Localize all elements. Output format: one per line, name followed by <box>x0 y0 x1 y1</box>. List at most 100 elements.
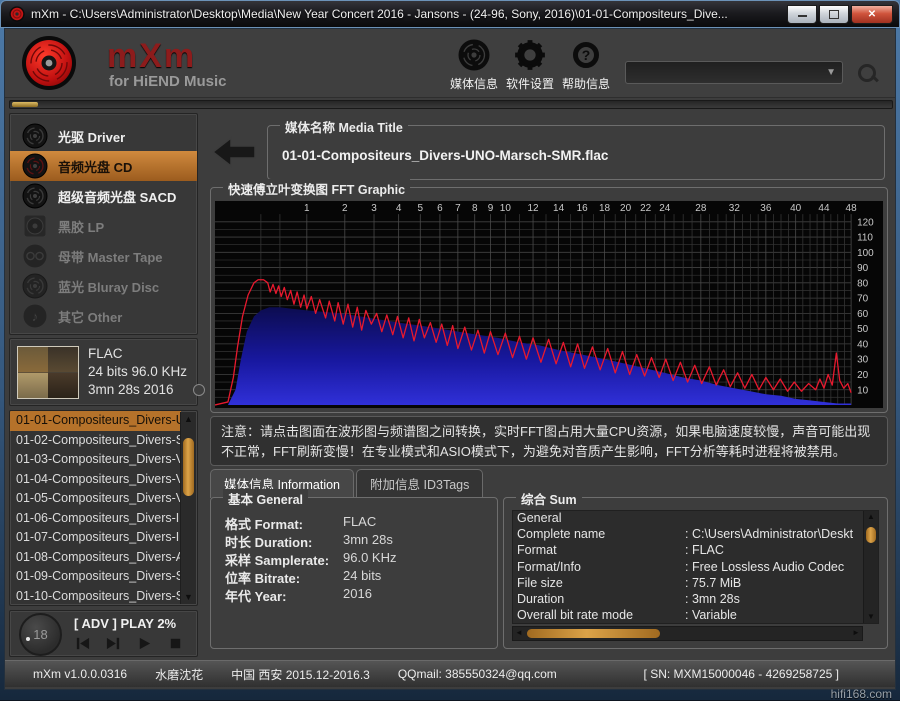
stop-button[interactable] <box>167 635 184 652</box>
previous-track-button[interactable] <box>74 635 91 652</box>
back-arrow-icon[interactable] <box>211 133 259 171</box>
fft-plot[interactable]: 1234567891012141618202224283236404448120… <box>214 200 884 409</box>
svg-text:40: 40 <box>790 203 801 214</box>
status-item: 水磨沈花 <box>155 666 203 683</box>
mediainfo-row: General <box>513 511 863 527</box>
general-info-row: 位率 Bitrate:24 bits <box>225 568 489 586</box>
help-tool[interactable]: ? 帮助信息 <box>555 37 617 92</box>
sidebar-item[interactable]: ♪其它 Other <box>10 301 197 331</box>
scroll-up-icon[interactable]: ▲ <box>864 511 878 523</box>
general-legend: 基本 General <box>223 489 308 508</box>
media-info-tool[interactable]: 媒体信息 <box>443 37 505 92</box>
mediainfo-row: Format: FLAC <box>513 543 863 559</box>
track-row[interactable]: 01-08-Compositeurs_Divers-A <box>10 548 181 568</box>
playback-panel: 18 [ ADV ] PLAY 2% <box>9 610 198 657</box>
mediainfo-row: Format/Info: Free Lossless Audio Codec <box>513 560 863 576</box>
search-icon[interactable] <box>857 63 879 85</box>
info-label: 年代 Year: <box>225 586 343 604</box>
mediainfo-key: General <box>517 511 685 527</box>
media-title-value: 01-01-Compositeurs_Divers-UNO-Marsch-SMR… <box>282 148 608 163</box>
sum-hscroll-thumb[interactable] <box>527 629 660 638</box>
close-button[interactable]: ✕ <box>851 5 893 24</box>
play-button[interactable] <box>136 635 153 652</box>
seek-bar[interactable] <box>9 100 893 109</box>
svg-text:24: 24 <box>659 203 670 214</box>
svg-text:6: 6 <box>437 203 443 214</box>
knob-value: 18 <box>33 627 47 642</box>
mediainfo-row: Overall bit rate mode: Variable <box>513 608 863 624</box>
track-row[interactable]: 01-09-Compositeurs_Divers-S <box>10 567 181 587</box>
sidebar-item[interactable]: 母带 Master Tape <box>10 241 197 271</box>
svg-text:70: 70 <box>857 294 868 305</box>
maximize-button[interactable] <box>819 5 849 24</box>
source-sidebar: 光驱 Driver音频光盘 CD超级音频光盘 SACD黑胶 LP母带 Maste… <box>9 113 198 335</box>
panel-splitter-handle[interactable] <box>193 384 205 396</box>
scroll-down-icon[interactable]: ▼ <box>181 590 196 604</box>
svg-text:10: 10 <box>500 203 511 214</box>
track-row[interactable]: 01-02-Compositeurs_Divers-S <box>10 431 181 451</box>
track-row[interactable]: 01-06-Compositeurs_Divers-I <box>10 509 181 529</box>
cd-disc-icon <box>22 153 48 179</box>
track-scrollbar[interactable]: ▲ ▼ <box>180 412 196 604</box>
svg-text:44: 44 <box>818 203 829 214</box>
fft-notice-text: 注意：请点击图面在波形图与频谱图之间转换，实时FFT图占用大量CPU资源，如果电… <box>210 416 888 466</box>
next-track-button[interactable] <box>105 635 122 652</box>
settings-tool[interactable]: 软件设置 <box>499 37 561 92</box>
svg-text:4: 4 <box>396 203 402 214</box>
sidebar-item[interactable]: 音频光盘 CD <box>10 151 197 181</box>
mediainfo-sum-list[interactable]: GeneralComplete name: C:\Users\Administr… <box>512 510 879 624</box>
mediainfo-value: : Variable <box>685 608 737 624</box>
sidebar-item-label: 蓝光 Bluray Disc <box>58 277 159 296</box>
svg-text:20: 20 <box>620 203 631 214</box>
sidebar-item[interactable]: 超级音频光盘 SACD <box>10 181 197 211</box>
mediainfo-key: Complete name <box>517 527 685 543</box>
app-disc-icon <box>9 6 25 22</box>
sidebar-item[interactable]: 蓝光 Bluray Disc <box>10 271 197 301</box>
minimize-button[interactable] <box>787 5 817 24</box>
sum-vertical-scrollbar[interactable]: ▲ ▼ <box>863 511 878 623</box>
track-row[interactable]: 01-01-Compositeurs_Divers-U <box>10 411 181 431</box>
sidebar-item[interactable]: 黑胶 LP <box>10 211 197 241</box>
title-bar[interactable]: mXm - C:\Users\Administrator\Desktop\Med… <box>0 0 900 28</box>
tab-id3tags[interactable]: 附加信息 ID3Tags <box>356 469 483 498</box>
scroll-left-icon[interactable]: ◄ <box>513 627 525 640</box>
scroll-up-icon[interactable]: ▲ <box>181 412 196 426</box>
scroll-down-icon[interactable]: ▼ <box>864 611 878 623</box>
serial-number: [ SN: MXM15000046 - 4269258725 ] <box>644 667 839 681</box>
track-row[interactable]: 01-07-Compositeurs_Divers-I <box>10 528 181 548</box>
settings-label: 软件设置 <box>499 75 561 92</box>
track-row[interactable]: 01-04-Compositeurs_Divers-V <box>10 470 181 490</box>
svg-text:36: 36 <box>760 203 771 214</box>
drive-disc-icon <box>22 123 48 149</box>
sum-horizontal-scrollbar[interactable]: ◄ ► <box>512 626 863 641</box>
volume-knob[interactable]: 18 <box>19 613 62 656</box>
sum-vscroll-thumb[interactable] <box>866 527 876 543</box>
track-scroll-thumb[interactable] <box>183 438 194 496</box>
search-dropdown[interactable]: ▼ <box>625 61 843 84</box>
scroll-right-icon[interactable]: ► <box>850 627 862 640</box>
media-info-label: 媒体信息 <box>443 75 505 92</box>
mediainfo-key: Format/Info <box>517 560 685 576</box>
master-tape-icon <box>22 243 48 269</box>
info-label: 采样 Samplerate: <box>225 550 343 568</box>
track-row[interactable]: 01-10-Compositeurs_Divers-S <box>10 587 181 607</box>
sum-legend: 综合 Sum <box>516 489 582 508</box>
album-format: FLAC <box>88 345 187 363</box>
track-list: 01-01-Compositeurs_Divers-U01-02-Composi… <box>10 411 181 606</box>
track-row[interactable]: 01-05-Compositeurs_Divers-V <box>10 489 181 509</box>
minimize-icon <box>798 11 807 17</box>
maximize-icon <box>829 10 839 19</box>
media-title-legend: 媒体名称 Media Title <box>280 117 408 136</box>
track-list-panel: 01-01-Compositeurs_Divers-U01-02-Composi… <box>9 410 198 606</box>
mxm-logo-disc-icon <box>21 35 77 91</box>
seek-thumb[interactable] <box>12 102 38 107</box>
sidebar-item[interactable]: 光驱 Driver <box>10 121 197 151</box>
mediainfo-value: : FLAC <box>685 543 724 559</box>
general-info-row: 采样 Samplerate:96.0 KHz <box>225 550 489 568</box>
svg-text:14: 14 <box>553 203 564 214</box>
brand-title: mXm <box>107 37 196 76</box>
fft-box: 快速傅立叶变换图 FFT Graphic 1234567891012141618… <box>210 187 888 413</box>
track-row[interactable]: 01-03-Compositeurs_Divers-V <box>10 450 181 470</box>
svg-text:20: 20 <box>857 370 868 381</box>
media-title-box: 媒体名称 Media Title 01-01-Compositeurs_Dive… <box>267 125 885 180</box>
